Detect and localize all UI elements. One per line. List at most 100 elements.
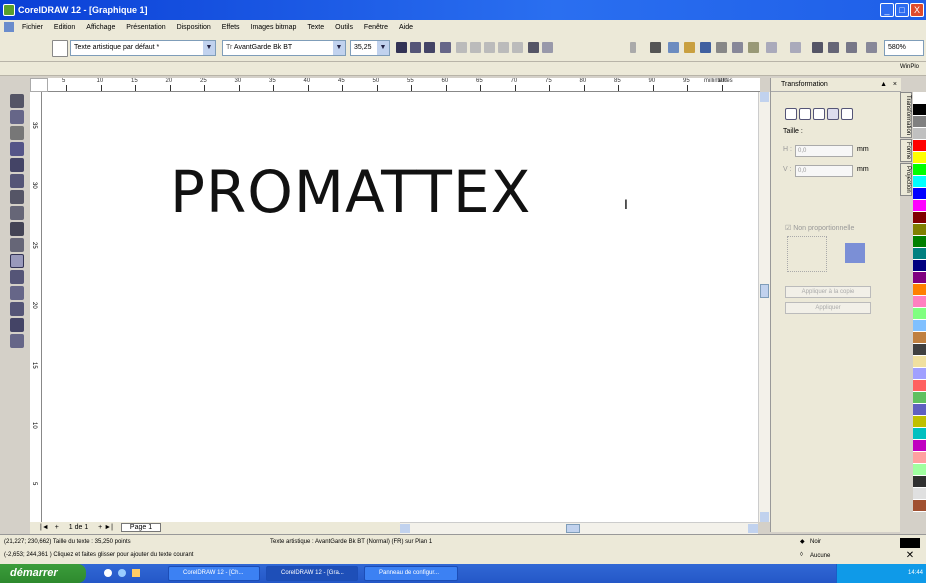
palette-swatch[interactable]	[913, 224, 926, 236]
tab-projection[interactable]: Projection	[900, 163, 912, 197]
outline-tool-icon[interactable]	[10, 302, 24, 316]
document-icon[interactable]	[4, 22, 14, 33]
minimize-button[interactable]: _	[880, 3, 894, 17]
menu-fenetre[interactable]: Fenêtre	[364, 20, 388, 36]
artistic-text-promattex[interactable]: PROMATTEX	[170, 158, 531, 226]
quick-launch-icon[interactable]	[118, 569, 126, 577]
chevron-down-icon[interactable]: ▼	[203, 41, 215, 55]
first-page-icon[interactable]: |◄	[40, 524, 49, 531]
export-icon[interactable]	[828, 42, 839, 53]
underline-icon[interactable]	[424, 42, 435, 53]
palette-swatch[interactable]	[913, 320, 926, 332]
ruler-horizontal[interactable]: 5 10 15 20 25 30 35 40 45 50 55 60 65 70 75 80 85 90 95 100…	[48, 78, 760, 92]
start-button[interactable]: démarrer	[0, 564, 86, 583]
ruler-vertical[interactable]: 35 30 25 20 15 10 5	[30, 92, 42, 532]
palette-swatch[interactable]	[913, 332, 926, 344]
palette-swatch[interactable]	[913, 176, 926, 188]
palette-swatch[interactable]	[913, 380, 926, 392]
scroll-thumb[interactable]	[760, 284, 769, 298]
undo-icon[interactable]	[766, 42, 777, 53]
palette-swatch[interactable]	[913, 200, 926, 212]
maximize-button[interactable]: □	[895, 3, 909, 17]
palette-swatch[interactable]	[913, 392, 926, 404]
non-proportional-checkbox[interactable]: ☑ Non proportionnelle	[785, 224, 854, 232]
outline-swatch[interactable]: ✕	[900, 551, 920, 561]
h-input[interactable]: 0,0	[795, 145, 853, 157]
menu-effets[interactable]: Effets	[222, 20, 240, 36]
palette-swatch[interactable]	[913, 344, 926, 356]
import-icon[interactable]	[812, 42, 823, 53]
menu-texte[interactable]: Texte	[307, 20, 324, 36]
ruler-origin[interactable]	[30, 78, 48, 92]
bold-icon[interactable]	[396, 42, 407, 53]
palette-swatch[interactable]	[913, 140, 926, 152]
italic-icon[interactable]	[410, 42, 421, 53]
font-combo[interactable]: Tr AvantGarde Bk BT ▼	[222, 40, 346, 56]
zoom-combo[interactable]: 580%	[884, 40, 924, 56]
drawing-canvas[interactable]	[42, 92, 760, 522]
menu-affichage[interactable]: Affichage	[86, 20, 115, 36]
font-size-combo[interactable]: 35,25 ▼	[350, 40, 390, 56]
style-combo[interactable]: Texte artistique par défaut * ▼	[70, 40, 216, 56]
fill-swatch[interactable]	[900, 538, 920, 548]
menu-presentation[interactable]: Présentation	[126, 20, 165, 36]
save-icon[interactable]	[700, 42, 711, 53]
palette-swatch[interactable]	[913, 104, 926, 116]
next-page-icon[interactable]: + ►|	[98, 524, 113, 531]
palette-swatch[interactable]	[913, 296, 926, 308]
palette-swatch[interactable]	[913, 404, 926, 416]
docker-collapse-icon[interactable]: ▲	[880, 78, 887, 92]
palette-swatch[interactable]	[913, 488, 926, 500]
size-mode-icon[interactable]	[827, 108, 839, 120]
palette-swatch[interactable]	[913, 440, 926, 452]
freehand-tool-icon[interactable]	[10, 158, 24, 172]
menu-images-bitmap[interactable]: Images bitmap	[251, 20, 297, 36]
palette-swatch[interactable]	[913, 368, 926, 380]
chevron-down-icon[interactable]: ▼	[377, 41, 389, 55]
palette-swatch[interactable]	[913, 152, 926, 164]
apply-to-copy-button[interactable]: Appliquer à la copie	[785, 286, 871, 298]
palette-swatch[interactable]	[913, 428, 926, 440]
palette-swatch[interactable]	[913, 356, 926, 368]
palette-swatch[interactable]	[913, 416, 926, 428]
indent-icon[interactable]	[470, 42, 481, 53]
scroll-left-icon[interactable]	[400, 524, 410, 533]
v-input[interactable]: 0,0	[795, 165, 853, 177]
ellipse-tool-icon[interactable]	[10, 206, 24, 220]
interactive-fill-tool-icon[interactable]	[10, 334, 24, 348]
pick-tool-icon[interactable]	[10, 94, 24, 108]
close-button[interactable]: X	[910, 3, 924, 17]
quick-launch-icon[interactable]	[132, 569, 140, 577]
cut-icon[interactable]	[716, 42, 727, 53]
rectangle-tool-icon[interactable]	[10, 190, 24, 204]
crop-tool-icon[interactable]	[10, 126, 24, 140]
palette-swatch[interactable]	[913, 248, 926, 260]
redo-icon[interactable]	[790, 42, 801, 53]
add-page-icon[interactable]: +	[55, 524, 59, 531]
format-text-icon[interactable]	[528, 42, 539, 53]
position-mode-icon[interactable]	[785, 108, 797, 120]
menu-disposition[interactable]: Disposition	[177, 20, 211, 36]
page-tab[interactable]: Page 1	[120, 523, 162, 532]
interactive-blend-tool-icon[interactable]	[10, 270, 24, 284]
palette-swatch[interactable]	[913, 272, 926, 284]
toolbar-grip[interactable]	[630, 42, 636, 53]
scroll-down-icon[interactable]	[760, 512, 769, 522]
anchor-grid[interactable]	[787, 236, 827, 272]
hscroll-thumb[interactable]	[566, 524, 580, 533]
chevron-down-icon[interactable]: ▼	[333, 41, 345, 55]
menu-outils[interactable]: Outils	[335, 20, 353, 36]
drop-cap-icon[interactable]	[484, 42, 495, 53]
eyedropper-tool-icon[interactable]	[10, 286, 24, 300]
edit-text-icon[interactable]	[542, 42, 553, 53]
coreldraw-app-icon[interactable]	[3, 4, 15, 16]
corel-online-icon[interactable]	[866, 42, 877, 53]
skew-mode-icon[interactable]	[841, 108, 853, 120]
bullet-icon[interactable]	[456, 42, 467, 53]
horizontal-scrollbar[interactable]	[400, 522, 758, 534]
palette-swatch[interactable]	[913, 236, 926, 248]
menu-fichier[interactable]: Fichier	[22, 20, 43, 36]
align-icon[interactable]	[440, 42, 451, 53]
palette-swatch[interactable]	[913, 500, 926, 512]
paste-icon[interactable]	[748, 42, 759, 53]
